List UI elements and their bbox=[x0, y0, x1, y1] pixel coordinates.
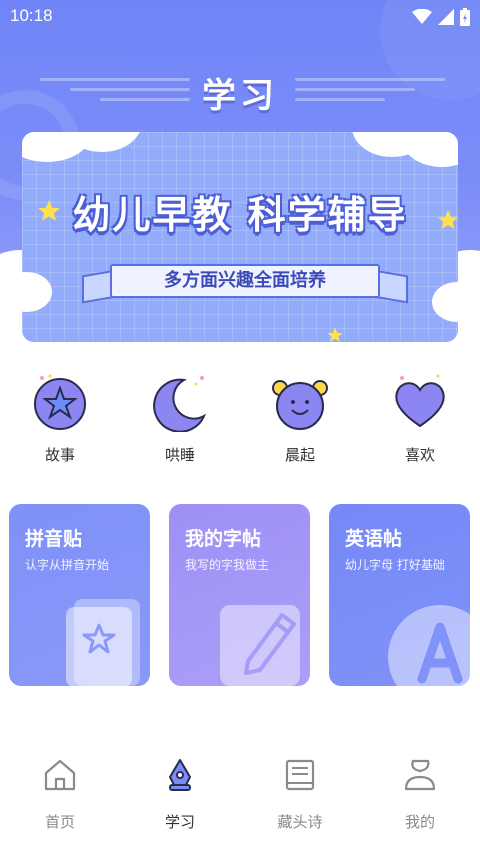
pen-nib-icon bbox=[169, 759, 191, 791]
tab-label: 首页 bbox=[44, 813, 75, 831]
letter-a-icon bbox=[388, 605, 470, 686]
pencil-icon bbox=[220, 605, 300, 686]
page-title: 学习 bbox=[202, 76, 278, 116]
star-icon bbox=[34, 374, 86, 430]
user-icon bbox=[404, 759, 436, 791]
card-title: 我的字帖 bbox=[185, 528, 262, 550]
status-icons bbox=[412, 8, 470, 26]
card-title: 英语帖 bbox=[345, 528, 403, 550]
category-lullaby[interactable]: 哄睡 bbox=[130, 372, 230, 465]
card-subtitle: 我写的字我做主 bbox=[185, 558, 270, 572]
star-decoration-icon bbox=[327, 327, 343, 342]
banner[interactable]: 幼儿早教 科学辅导 多方面兴趣全面培养 bbox=[22, 132, 458, 342]
status-bar: 10:18 bbox=[0, 0, 480, 34]
card-subtitle: 认字从拼音开始 bbox=[25, 558, 110, 572]
poem-book-icon bbox=[285, 759, 315, 791]
category-morning[interactable]: 晨起 bbox=[250, 372, 350, 465]
wifi-icon bbox=[412, 9, 432, 24]
category-label: 哄睡 bbox=[164, 446, 195, 464]
book-icon bbox=[66, 599, 140, 686]
heart-icon bbox=[395, 374, 445, 428]
banner-headline: 幼儿早教 科学辅导 bbox=[72, 193, 408, 237]
tab-study[interactable]: 学习 bbox=[130, 757, 230, 832]
card-copybook[interactable]: 我的字帖 我写的字我做主 bbox=[169, 504, 310, 686]
bottom-tab-bar: 首页 学习 藏头诗 我的 bbox=[0, 745, 480, 853]
signal-icon bbox=[438, 9, 454, 25]
tab-poem[interactable]: 藏头诗 bbox=[250, 757, 350, 832]
category-row: 故事 哄睡 晨起 喜欢 bbox=[0, 372, 480, 472]
tab-label: 藏头诗 bbox=[277, 813, 323, 831]
category-favorite[interactable]: 喜欢 bbox=[370, 372, 470, 465]
tab-label: 学习 bbox=[164, 813, 195, 831]
category-label: 晨起 bbox=[284, 446, 315, 464]
category-story[interactable]: 故事 bbox=[10, 372, 110, 465]
home-icon bbox=[44, 759, 76, 791]
moon-icon bbox=[153, 376, 207, 433]
category-label: 喜欢 bbox=[404, 446, 435, 464]
card-english[interactable]: 英语帖 幼儿字母 打好基础 bbox=[329, 504, 470, 686]
status-time: 10:18 bbox=[10, 6, 53, 25]
card-subtitle: 幼儿字母 打好基础 bbox=[345, 558, 445, 572]
card-title: 拼音贴 bbox=[25, 528, 83, 550]
smiley-icon bbox=[272, 380, 328, 430]
tab-home[interactable]: 首页 bbox=[10, 757, 110, 832]
tab-mine[interactable]: 我的 bbox=[370, 757, 470, 832]
battery-icon bbox=[460, 8, 470, 26]
banner-ribbon: 多方面兴趣全面培养 bbox=[110, 264, 380, 298]
category-label: 故事 bbox=[44, 446, 75, 464]
card-pinyin[interactable]: 拼音贴 认字从拼音开始 bbox=[9, 504, 150, 686]
tab-label: 我的 bbox=[404, 813, 435, 831]
title-row: 学习 bbox=[0, 62, 480, 122]
